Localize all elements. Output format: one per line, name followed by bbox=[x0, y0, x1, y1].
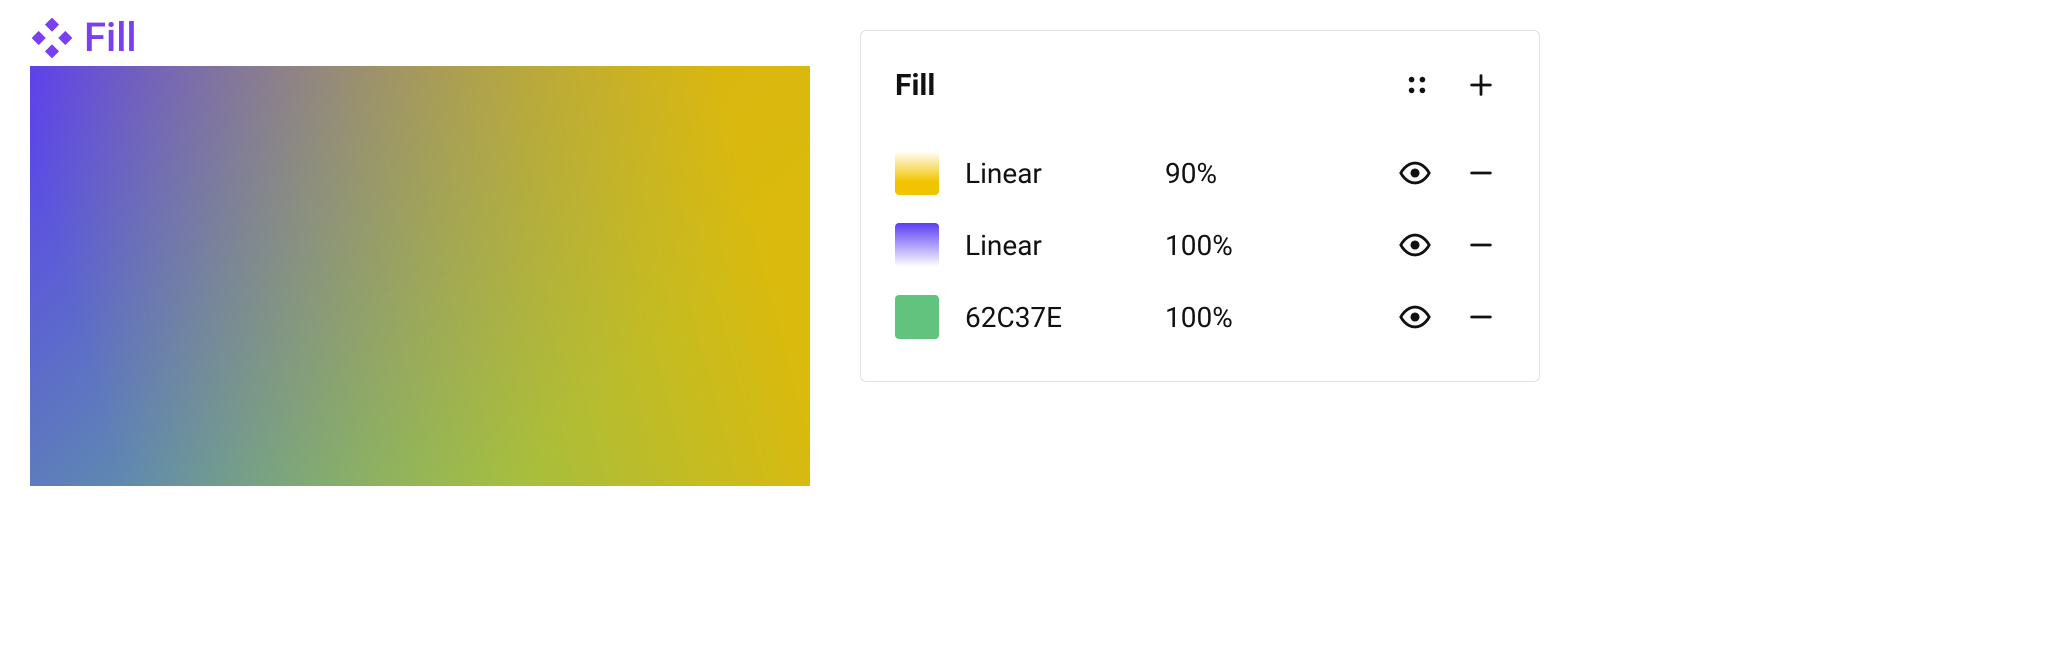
component-icon bbox=[32, 18, 72, 58]
fill-row: Linear 90% bbox=[895, 137, 1505, 209]
fill-row: Linear 100% bbox=[895, 209, 1505, 281]
fill-type-label[interactable]: Linear bbox=[965, 229, 1165, 262]
fill-layer-yellow-gradient bbox=[30, 66, 810, 486]
add-fill-button[interactable] bbox=[1457, 61, 1505, 109]
fill-panel: Fill Linear 90% bbox=[860, 30, 1540, 382]
fill-opacity-value[interactable]: 100% bbox=[1165, 229, 1305, 262]
canvas-label-text: Fill bbox=[84, 18, 137, 58]
eye-icon bbox=[1398, 228, 1432, 262]
remove-fill-button[interactable] bbox=[1457, 293, 1505, 341]
minus-icon bbox=[1467, 303, 1495, 331]
remove-fill-button[interactable] bbox=[1457, 149, 1505, 197]
minus-icon bbox=[1467, 231, 1495, 259]
toggle-visibility-button[interactable] bbox=[1391, 149, 1439, 197]
toggle-visibility-button[interactable] bbox=[1391, 293, 1439, 341]
remove-fill-button[interactable] bbox=[1457, 221, 1505, 269]
fill-type-label[interactable]: Linear bbox=[965, 157, 1165, 190]
fill-opacity-value[interactable]: 90% bbox=[1165, 157, 1305, 190]
canvas-component-label[interactable]: Fill bbox=[30, 18, 810, 58]
fill-type-label[interactable]: 62C37E bbox=[965, 301, 1165, 334]
fill-row: 62C37E 100% bbox=[895, 281, 1505, 353]
four-dots-icon bbox=[1404, 72, 1430, 98]
eye-icon bbox=[1398, 156, 1432, 190]
fill-panel-title: Fill bbox=[895, 68, 1393, 103]
fill-opacity-value[interactable]: 100% bbox=[1165, 301, 1305, 334]
fill-swatch[interactable] bbox=[895, 223, 939, 267]
eye-icon bbox=[1398, 300, 1432, 334]
minus-icon bbox=[1467, 159, 1495, 187]
canvas-area: Fill bbox=[30, 18, 810, 486]
style-options-button[interactable] bbox=[1393, 61, 1441, 109]
toggle-visibility-button[interactable] bbox=[1391, 221, 1439, 269]
fill-swatch[interactable] bbox=[895, 295, 939, 339]
fill-swatch[interactable] bbox=[895, 151, 939, 195]
fill-panel-header: Fill bbox=[895, 61, 1505, 109]
canvas-frame[interactable] bbox=[30, 66, 810, 486]
plus-icon bbox=[1467, 71, 1495, 99]
